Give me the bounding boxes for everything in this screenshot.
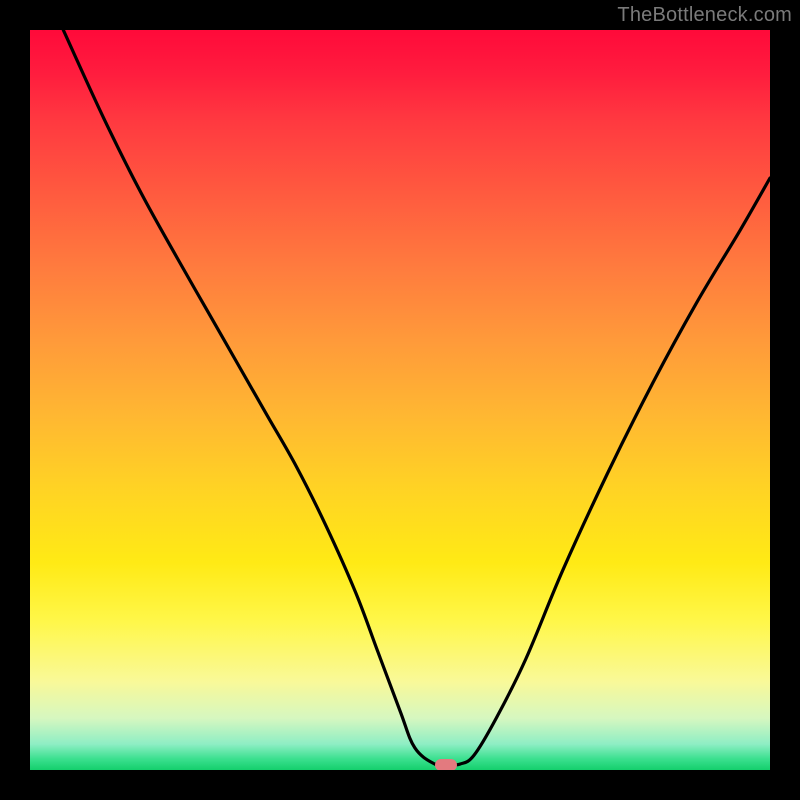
bottleneck-curve (30, 30, 770, 770)
plot-area (30, 30, 770, 770)
minimum-marker (435, 759, 457, 770)
watermark-text: TheBottleneck.com (617, 4, 792, 27)
chart-frame: TheBottleneck.com (0, 0, 800, 800)
